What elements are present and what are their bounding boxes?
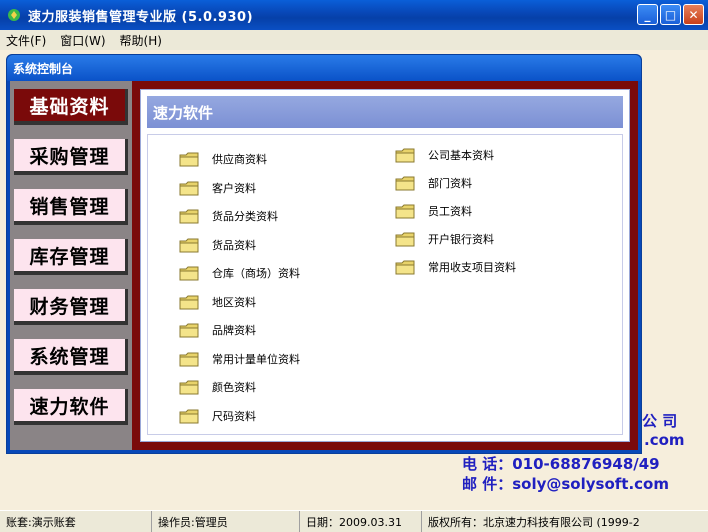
menu-help[interactable]: 帮助(H) [120, 32, 162, 49]
folder-icon [178, 292, 200, 312]
folder-icon [394, 173, 416, 193]
bg-company-text: 公 司 [642, 412, 678, 430]
list-item[interactable]: 颜色资料 [178, 377, 256, 397]
list-item-label: 地区资料 [212, 295, 256, 309]
nav-about[interactable]: 速力软件 [14, 389, 128, 425]
list-item[interactable]: 部门资料 [394, 173, 472, 193]
menu-bar: 文件(F) 窗口(W) 帮助(H) [0, 30, 708, 50]
status-copyright: 版权所有：北京速力科技有限公司 (1999-2 [428, 516, 640, 529]
list-item-label: 部门资料 [428, 177, 472, 190]
minimize-button[interactable]: _ [637, 4, 658, 25]
control-window-title: 系统控制台 [7, 55, 641, 81]
status-bar: 账套:演示账套 操作员:管理员 日期：2009.03.31 版权所有：北京速力科… [0, 510, 708, 532]
list-item[interactable]: 客户资料 [178, 178, 256, 198]
window-title: 速力服装销售管理专业版 (5.0.930) [28, 9, 254, 25]
list-item-label: 仓库（商场）资料 [212, 267, 300, 280]
title-bar: 速力服装销售管理专业版 (5.0.930) _ □ ✕ [0, 0, 708, 30]
list-item-label: 尺码资料 [212, 409, 256, 423]
list-item[interactable]: 地区资料 [178, 292, 256, 312]
close-button[interactable]: ✕ [683, 4, 704, 25]
list-item[interactable]: 仓库（商场）资料 [178, 263, 300, 283]
folder-icon [394, 201, 416, 221]
minimize-icon: _ [644, 7, 651, 22]
list-item[interactable]: 公司基本资料 [394, 145, 494, 165]
bg-email-text: 邮 件：soly@solysoft.com [462, 475, 669, 493]
nav-system[interactable]: 系统管理 [14, 339, 128, 375]
nav-finance[interactable]: 财务管理 [14, 289, 128, 325]
inner-panel: 速力软件 供应商资料客户资料货品分类资料 货品资料仓库（商场）资料 地区资料品牌资料… [140, 89, 630, 442]
folder-icon [394, 145, 416, 165]
list-item[interactable]: 货品资料 [178, 235, 256, 255]
control-body: 基础资料 采购管理 销售管理 库存管理 财务管理 系统管理 速力软件 速力软件 … [10, 81, 638, 450]
folder-icon [394, 229, 416, 249]
folder-icon [178, 206, 200, 226]
folder-icon [394, 257, 416, 277]
folder-icon [178, 320, 200, 340]
folder-icon [178, 377, 200, 397]
menu-window[interactable]: 窗口(W) [60, 32, 105, 49]
items-area: 供应商资料客户资料货品分类资料 货品资料仓库（商场）资料 地区资料品牌资料常用计量单… [147, 134, 623, 435]
list-item[interactable]: 货品分类资料 [178, 206, 278, 226]
list-item-label: 货品分类资料 [212, 210, 278, 223]
list-item-label: 开户银行资料 [428, 233, 494, 246]
close-icon: ✕ [688, 7, 699, 22]
folder-icon [178, 406, 200, 426]
bg-phone-text: 电 话：010-68876948/49 [462, 455, 660, 473]
list-item-label: 客户资料 [212, 181, 256, 195]
list-item[interactable]: 供应商资料 [178, 149, 267, 169]
list-item-label: 货品资料 [212, 238, 256, 252]
nav-sales[interactable]: 销售管理 [14, 189, 128, 225]
status-date: 日期：2009.03.31 [300, 511, 422, 532]
list-item[interactable]: 开户银行资料 [394, 229, 494, 249]
folder-icon [178, 235, 200, 255]
list-item[interactable]: 尺码资料 [178, 406, 256, 426]
bg-domain-text: .com [644, 431, 685, 449]
nav-inventory[interactable]: 库存管理 [14, 239, 128, 275]
content-header: 速力软件 [147, 96, 623, 128]
list-item-label: 员工资料 [428, 205, 472, 218]
maximize-button[interactable]: □ [660, 4, 681, 25]
list-item-label: 颜色资料 [212, 381, 256, 394]
control-window: 系统控制台 基础资料 采购管理 销售管理 库存管理 财务管理 系统管理 速力软件… [6, 54, 642, 454]
maximize-icon: □ [664, 7, 677, 22]
status-account: 账套:演示账套 [0, 511, 152, 532]
list-item-label: 常用收支项目资料 [428, 261, 516, 274]
list-item[interactable]: 常用收支项目资料 [394, 257, 516, 277]
app-icon [8, 9, 20, 21]
list-item[interactable]: 品牌资料 [178, 320, 256, 340]
list-item-label: 公司基本资料 [428, 149, 494, 162]
folder-icon [178, 263, 200, 283]
menu-file[interactable]: 文件(F) [6, 32, 46, 49]
list-item-label: 品牌资料 [212, 324, 256, 337]
list-item[interactable]: 常用计量单位资料 [178, 349, 300, 369]
nav-panel: 基础资料 采购管理 销售管理 库存管理 财务管理 系统管理 速力软件 [10, 81, 132, 450]
nav-purchase[interactable]: 采购管理 [14, 139, 128, 175]
folder-icon [178, 149, 200, 169]
folder-icon [178, 349, 200, 369]
list-item-label: 常用计量单位资料 [212, 352, 300, 366]
list-item[interactable]: 员工资料 [394, 201, 472, 221]
folder-icon [178, 178, 200, 198]
status-operator: 操作员:管理员 [152, 511, 300, 532]
nav-basic-data[interactable]: 基础资料 [14, 89, 128, 125]
content-panel: 速力软件 供应商资料客户资料货品分类资料 货品资料仓库（商场）资料 地区资料品牌资料… [132, 81, 638, 450]
list-item-label: 供应商资料 [212, 153, 267, 166]
